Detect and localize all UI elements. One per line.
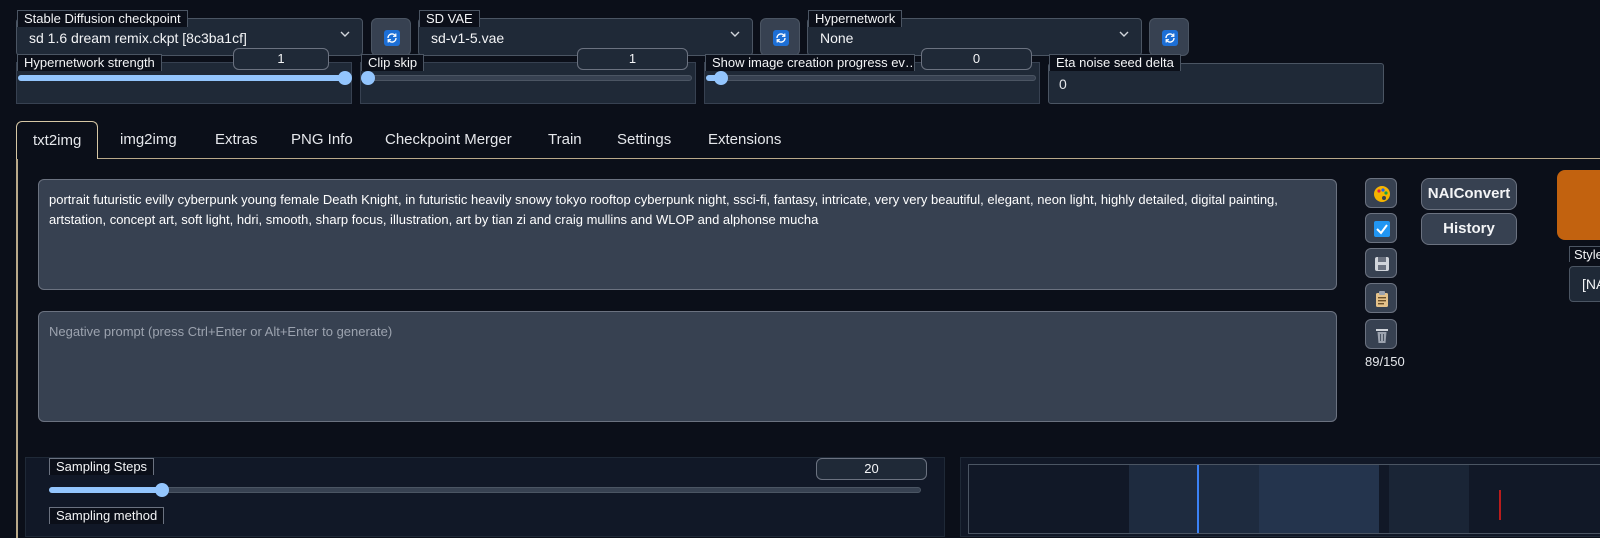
preview-image [969, 465, 1600, 533]
sampling-steps-thumb[interactable] [155, 483, 169, 497]
tab-checkpoint-merger[interactable]: Checkpoint Merger [385, 121, 512, 159]
tab-img2img[interactable]: img2img [120, 121, 177, 159]
prompt-textarea[interactable]: portrait futuristic evilly cyberpunk you… [38, 179, 1337, 290]
hypernetwork-strength-label: Hypernetwork strength [17, 54, 162, 71]
tab-extensions[interactable]: Extensions [708, 121, 781, 159]
clip-skip-label: Clip skip [361, 54, 425, 71]
save-icon [1375, 257, 1389, 271]
styles-value: [NA [1582, 276, 1600, 292]
negative-prompt-textarea[interactable]: Negative prompt (press Ctrl+Enter or Alt… [38, 311, 1337, 422]
clear-prompt-button[interactable] [1365, 319, 1397, 349]
sampling-steps-label: Sampling Steps [49, 458, 155, 475]
sampling-steps-track[interactable] [49, 487, 921, 493]
clip-skip-thumb[interactable] [361, 71, 375, 85]
hypernetwork-strength-thumb[interactable] [338, 71, 352, 85]
clip-skip-track[interactable] [362, 75, 692, 81]
refresh-icon [384, 30, 400, 46]
chevron-down-icon [340, 31, 350, 37]
styles-dropdown[interactable]: [NA [1569, 266, 1600, 302]
save-style-button[interactable] [1365, 248, 1397, 278]
checkpoint-value: sd 1.6 dream remix.ckpt [8c3ba1cf] [29, 30, 247, 46]
vae-label: SD VAE [419, 10, 480, 27]
eta-noise-value: 0 [1059, 76, 1067, 92]
progress-thumb[interactable] [714, 71, 728, 85]
trash-icon [1376, 329, 1388, 343]
checkpoint-label: Stable Diffusion checkpoint [17, 10, 188, 27]
naiconvert-button[interactable]: NAIConvert [1421, 178, 1517, 210]
hypernetwork-strength-fill [18, 75, 343, 81]
hypernetwork-refresh-button[interactable] [1149, 18, 1189, 56]
sampling-method-label: Sampling method [49, 507, 165, 524]
styles-label: Style [1569, 246, 1600, 262]
sampling-steps-input[interactable]: 20 [816, 458, 927, 480]
hypernetwork-value: None [820, 30, 854, 46]
progress-input[interactable]: 0 [921, 48, 1032, 70]
palette-icon [1374, 186, 1390, 202]
tab-extras[interactable]: Extras [215, 121, 258, 159]
vae-value: sd-v1-5.vae [431, 30, 505, 46]
checkbox-icon [1374, 221, 1390, 237]
token-counter: 89/150 [1365, 354, 1405, 369]
checkbox-button[interactable] [1365, 213, 1397, 243]
clip-skip-input[interactable]: 1 [577, 48, 688, 70]
clipboard-icon [1376, 291, 1388, 307]
history-button[interactable]: History [1421, 213, 1517, 245]
refresh-icon [773, 30, 789, 46]
hypernetwork-strength-input[interactable]: 1 [233, 48, 329, 70]
image-preview [968, 464, 1600, 534]
progress-label: Show image creation progress ev… [705, 54, 915, 71]
generate-button[interactable] [1557, 170, 1600, 240]
refresh-icon [1162, 30, 1178, 46]
tab-train[interactable]: Train [548, 121, 582, 159]
tab-png-info[interactable]: PNG Info [291, 121, 353, 159]
checkpoint-refresh-button[interactable] [371, 18, 411, 56]
progress-track[interactable] [706, 75, 1036, 81]
style-palette-button[interactable] [1365, 178, 1397, 208]
tab-txt2img[interactable]: txt2img [16, 121, 99, 159]
hypernetwork-label: Hypernetwork [808, 10, 903, 27]
chevron-down-icon [1119, 31, 1129, 37]
sampling-steps-fill [49, 487, 162, 493]
vae-refresh-button[interactable] [760, 18, 800, 56]
tab-settings[interactable]: Settings [617, 121, 671, 159]
paste-button[interactable] [1365, 283, 1397, 313]
sampling-panel [25, 457, 945, 537]
eta-noise-label: Eta noise seed delta [1049, 54, 1181, 71]
chevron-down-icon [730, 31, 740, 37]
